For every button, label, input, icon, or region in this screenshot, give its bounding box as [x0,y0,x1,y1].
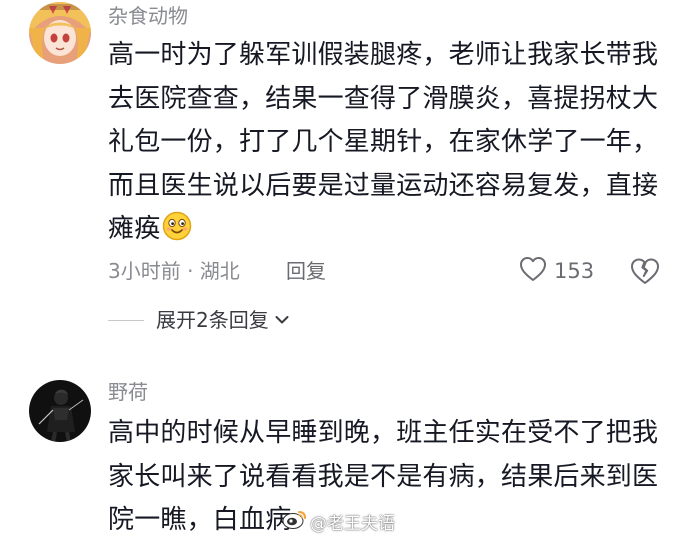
comment-line-text: 瘫痪 [108,214,161,244]
username[interactable]: 野荷 [108,380,148,404]
heart-icon [519,256,547,286]
like-count: 153 [554,259,595,283]
username[interactable]: 杂食动物 [108,4,188,28]
avatar[interactable] [29,2,91,64]
broken-heart-icon[interactable] [630,257,660,285]
watermark: @老王夫语 [282,508,395,535]
avatar[interactable] [29,380,91,442]
expand-replies-button[interactable]: 展开2条回复 [156,305,289,335]
watermark-text: @老王夫语 [310,514,395,534]
expand-replies-label: 展开2条回复 [156,308,269,332]
comment-line: 而且医生说以后要是过量运动还容易复发，直接 [108,170,659,201]
comment-line: 家长叫来了说看看我是不是有病，结果后来到医 [108,461,659,492]
expand-divider [108,320,144,321]
comment-line: 高一时为了躲军训假装腿疼，老师让我家长带我 [108,40,659,70]
smiling-face-emoji-icon [162,211,192,241]
comment-meta: 3小时前 · 湖北 [108,259,240,283]
comment-line: 高中的时候从早睡到晚，班主任实在受不了把我 [108,418,659,448]
comment-line-last: 瘫痪 [108,208,668,252]
chevron-down-icon [275,316,289,324]
like-button[interactable]: 153 [519,256,594,286]
comment-line: 礼包一份，打了几个星期针，在家休学了一年， [108,127,659,157]
comment-line: 去医院查查，结果一查得了滑膜炎，喜提拐杖大 [108,83,659,114]
comment-text: 高一时为了躲军训假装腿疼，老师让我家长带我 去医院查查，结果一查得了滑膜炎，喜提… [108,34,668,252]
reply-button[interactable]: 回复 [286,256,326,286]
weibo-logo-icon [282,508,308,535]
